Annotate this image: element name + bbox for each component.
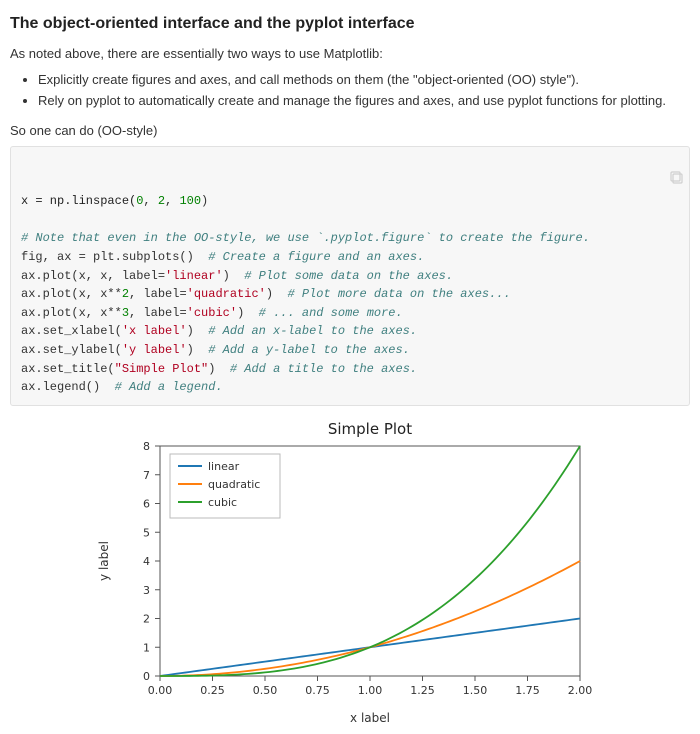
code-comment: # Plot more data on the axes...	[287, 287, 510, 301]
code-comment: # Plot some data on the axes.	[244, 269, 453, 283]
code-token: fig, ax = plt.subplots()	[21, 250, 208, 264]
y-tick-label: 1	[143, 641, 150, 654]
code-token: ax.legend()	[21, 380, 115, 394]
code-token: )	[237, 306, 259, 320]
code-comment: # Create a figure and an axes.	[208, 250, 424, 264]
code-token: ax.plot(x, x**	[21, 287, 122, 301]
x-tick-label: 0.75	[305, 684, 330, 697]
lead-text: So one can do (OO-style)	[10, 121, 690, 141]
code-comment: # Note that even in the OO-style, we use…	[21, 231, 590, 245]
code-comment: # Add a y-label to the axes.	[208, 343, 410, 357]
series-quadratic	[160, 561, 580, 676]
simple-plot-chart: Simple Plot 0.00 0.25 0.50 0.75 1.00 1.25 1.50 1…	[90, 416, 610, 726]
code-token: )	[187, 343, 209, 357]
code-token: 'y label'	[122, 343, 187, 357]
y-tick-label: 2	[143, 612, 150, 625]
code-comment: # Add a title to the axes.	[230, 362, 417, 376]
code-comment: # ... and some more.	[259, 306, 403, 320]
page-title: The object-oriented interface and the py…	[10, 12, 690, 36]
code-token: )	[187, 324, 209, 338]
code-token: 'quadratic'	[187, 287, 266, 301]
y-tick-label: 3	[143, 583, 150, 596]
code-token: )	[223, 269, 245, 283]
x-tick-label: 0.00	[148, 684, 173, 697]
legend-label: quadratic	[208, 478, 260, 491]
code-token: ax.set_ylabel(	[21, 343, 122, 357]
code-token: ax.set_xlabel(	[21, 324, 122, 338]
x-tick-label: 2.00	[568, 684, 593, 697]
code-block: x = np.linspace(0, 2, 100) # Note that e…	[10, 146, 690, 406]
code-token: 2	[158, 194, 165, 208]
code-token: ax.plot(x, x**	[21, 306, 122, 320]
code-token: x = np.linspace(	[21, 194, 136, 208]
x-axis-label: x label	[350, 711, 390, 725]
code-token: , label=	[129, 306, 187, 320]
x-tick-label: 0.25	[200, 684, 225, 697]
legend-label: linear	[208, 460, 240, 473]
x-tick-label: 1.25	[410, 684, 435, 697]
code-token: ,	[165, 194, 179, 208]
code-token: 3	[122, 306, 129, 320]
legend-label: cubic	[208, 496, 237, 509]
intro-text: As noted above, there are essentially tw…	[10, 44, 690, 64]
code-token: ,	[143, 194, 157, 208]
y-tick-label: 8	[143, 440, 150, 453]
code-token: 2	[122, 287, 129, 301]
x-tick-label: 1.75	[515, 684, 540, 697]
ways-list: Explicitly create figures and axes, and …	[10, 70, 690, 111]
y-tick-label: 0	[143, 670, 150, 683]
y-tick-label: 4	[143, 555, 150, 568]
x-tick-label: 1.50	[463, 684, 488, 697]
code-token: "Simple Plot"	[115, 362, 209, 376]
x-tick-label: 1.00	[358, 684, 383, 697]
code-token: 100	[179, 194, 201, 208]
list-item: Rely on pyplot to automatically create a…	[38, 91, 690, 111]
list-item: Explicitly create figures and axes, and …	[38, 70, 690, 90]
code-token: 'linear'	[165, 269, 223, 283]
code-token: )	[208, 362, 230, 376]
y-tick-label: 7	[143, 468, 150, 481]
chart-title: Simple Plot	[328, 420, 412, 438]
code-token: , label=	[129, 287, 187, 301]
code-token: 'x label'	[122, 324, 187, 338]
code-token: )	[266, 287, 288, 301]
code-token: ax.plot(x, x, label=	[21, 269, 165, 283]
y-axis-label: y label	[97, 541, 111, 581]
y-tick-label: 5	[143, 526, 150, 539]
code-token: 'cubic'	[187, 306, 237, 320]
code-token: )	[201, 194, 208, 208]
copy-icon[interactable]	[669, 151, 685, 167]
code-comment: # Add an x-label to the axes.	[208, 324, 417, 338]
code-comment: # Add a legend.	[115, 380, 223, 394]
code-token: ax.set_title(	[21, 362, 115, 376]
x-tick-label: 0.50	[253, 684, 278, 697]
y-tick-label: 6	[143, 497, 150, 510]
